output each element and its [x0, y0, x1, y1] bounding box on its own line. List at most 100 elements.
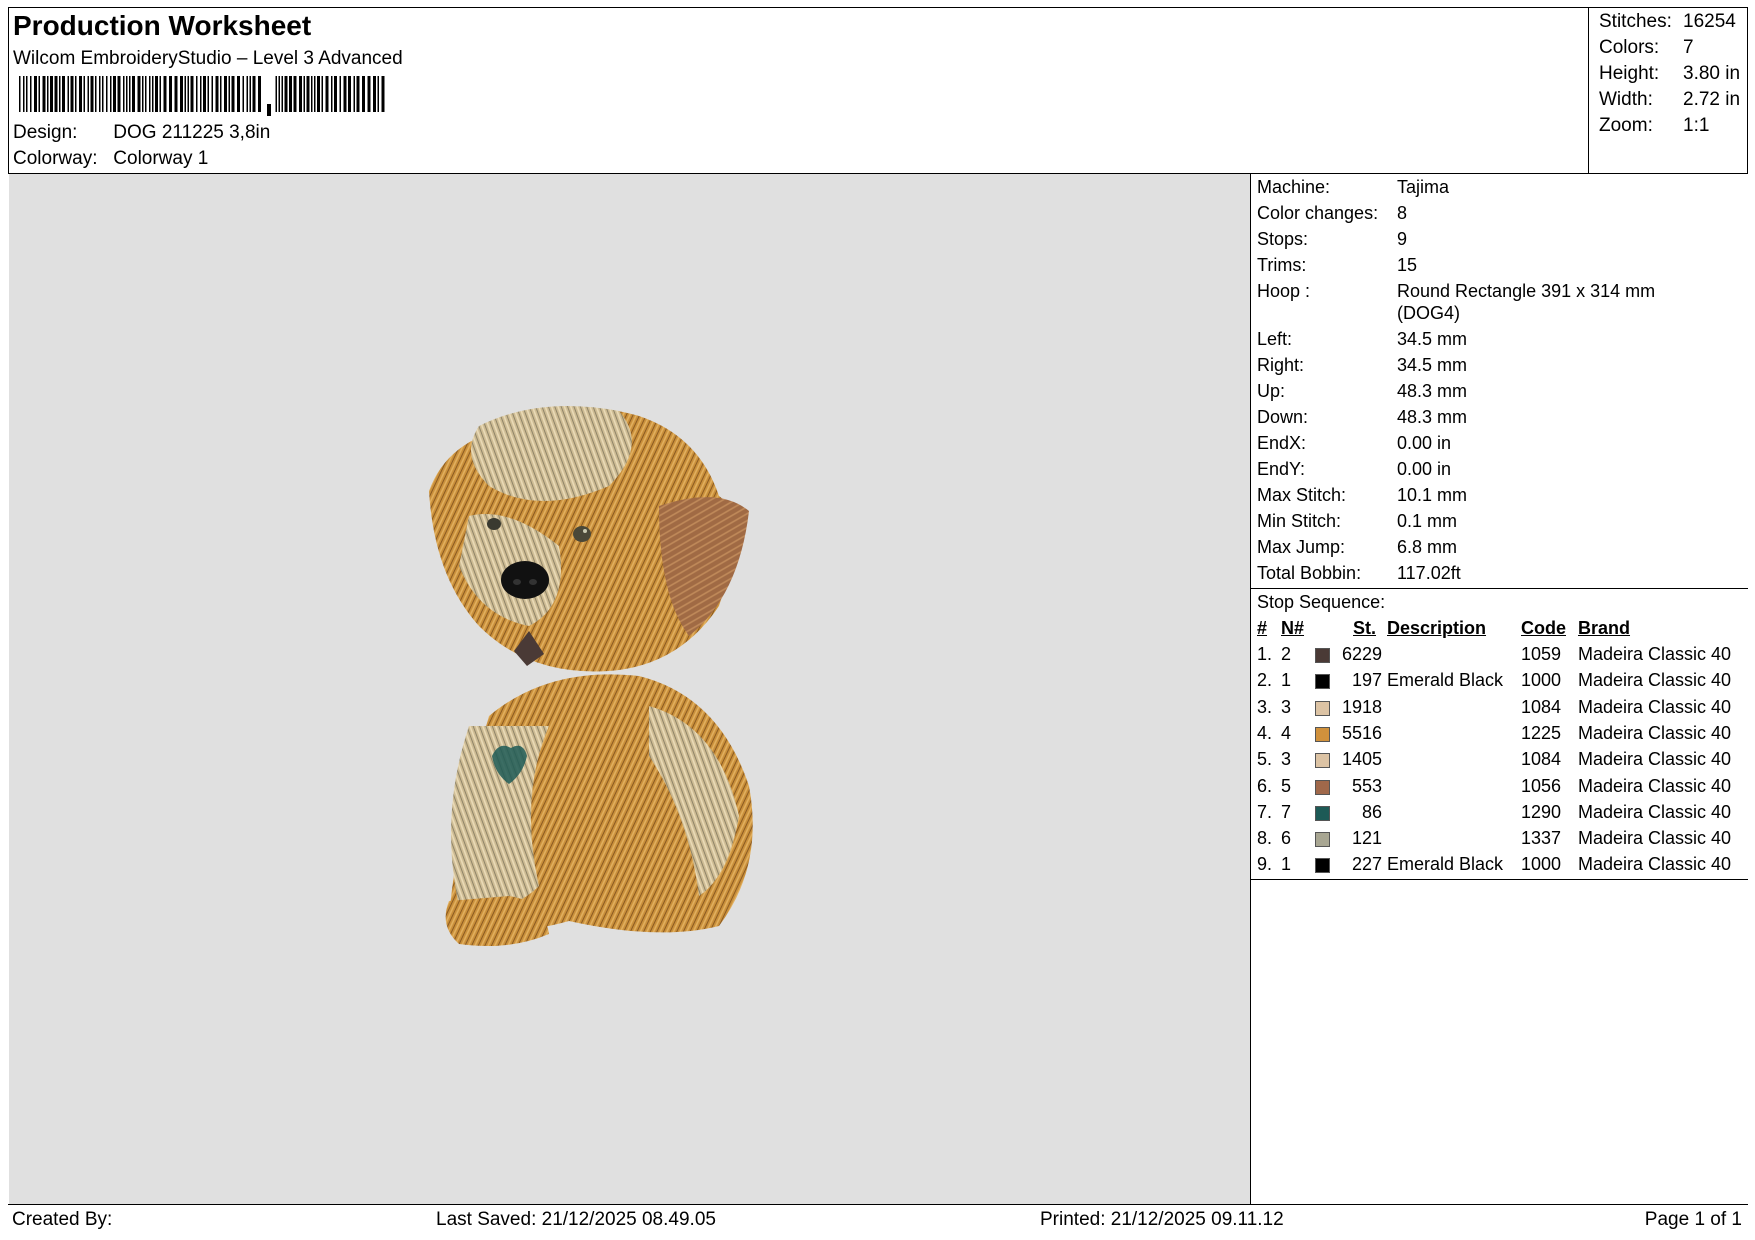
color-swatch	[1315, 674, 1330, 690]
header-brand: Brand	[1578, 618, 1631, 638]
color-swatch	[1315, 832, 1330, 848]
header-code: Code	[1521, 618, 1566, 638]
stitches-label: Stitches:	[1599, 11, 1672, 32]
barcode-image	[19, 76, 385, 116]
design-label: Design:	[13, 122, 78, 143]
up-value: 48.3 mm	[1397, 381, 1468, 401]
width-row: Width: 2.72 in	[1599, 89, 1740, 111]
max-jump-label: Max Jump:	[1257, 537, 1346, 557]
color-swatch	[1315, 805, 1330, 821]
row-num: 2.	[1257, 670, 1273, 691]
max-jump-value: 6.8 mm	[1397, 537, 1458, 557]
row-code: 1337	[1521, 828, 1562, 849]
design-stats: Stitches: 16254 Colors: 7 Height: 3.80 in W…	[1588, 7, 1748, 174]
row-brand: Madeira Classic 40	[1578, 722, 1732, 743]
total-bobbin-value: 117.02ft	[1397, 563, 1461, 583]
down-label: Down:	[1257, 407, 1309, 427]
design-row: Design: DOG 211225 3,8in	[13, 122, 270, 144]
row-needle: 7	[1281, 801, 1292, 822]
row-brand: Madeira Classic 40	[1578, 801, 1732, 822]
max-stitch-label: Max Stitch:	[1257, 485, 1347, 505]
colors-value: 7	[1683, 37, 1694, 58]
color-swatch	[1315, 779, 1330, 795]
row-stitches: 121	[1351, 828, 1382, 849]
endx-value: 0.00 in	[1397, 433, 1452, 453]
color-swatch	[1315, 648, 1330, 663]
stops-label: Stops:	[1257, 229, 1309, 249]
row-stitches: 227	[1351, 854, 1382, 875]
zoom-value: 1:1	[1683, 115, 1710, 136]
last-saved: Last Saved: 21/12/2025 08.49.05	[436, 1209, 716, 1230]
row-brand: Madeira Classic 40	[1578, 854, 1732, 875]
max-stitch-value: 10.1 mm	[1397, 485, 1468, 505]
stitches-row: Stitches: 16254	[1599, 11, 1736, 33]
zoom-row: Zoom: 1:1	[1599, 115, 1709, 137]
section-divider	[1251, 879, 1748, 880]
row-brand: Madeira Classic 40	[1578, 749, 1732, 770]
section-divider	[1251, 588, 1748, 589]
min-stitch-label: Min Stitch:	[1257, 511, 1342, 531]
machine-info-panel: Machine: Tajima Color changes: 8 Stops: …	[1251, 174, 1748, 1204]
row-brand: Madeira Classic 40	[1578, 828, 1732, 849]
page-title: Production Worksheet	[13, 10, 312, 41]
colorway-row: Colorway: Colorway 1	[13, 148, 208, 170]
row-brand: Madeira Classic 40	[1578, 644, 1732, 664]
trims-value: 15	[1397, 255, 1418, 275]
header-needle: N#	[1281, 618, 1305, 638]
color-swatch	[1315, 858, 1330, 874]
row-num: 7.	[1257, 801, 1273, 822]
hoop-value: Round Rectangle 391 x 314 mm (DOG4)	[1397, 281, 1656, 323]
row-code: 1290	[1521, 801, 1562, 822]
table-row: 3. 3 1918 1084 Madeira Classic 40	[1251, 697, 1748, 723]
left-value: 34.5 mm	[1397, 329, 1468, 349]
right-label: Right:	[1257, 355, 1305, 375]
worksheet-footer: Created By: Last Saved: 21/12/2025 08.49…	[8, 1204, 1748, 1235]
width-value: 2.72 in	[1683, 89, 1741, 110]
table-row: 7. 7 86 1290 Madeira Classic 40	[1251, 802, 1748, 828]
row-code: 1000	[1521, 854, 1562, 875]
row-needle: 4	[1281, 722, 1292, 743]
height-row: Height: 3.80 in	[1599, 63, 1740, 85]
table-row: 9. 1 227 Emerald Black 1000 Madeira Classic 4…	[1251, 854, 1748, 880]
row-needle: 1	[1281, 670, 1292, 691]
colors-label: Colors:	[1599, 37, 1660, 58]
table-row: 1. 2 6229 1059 Madeira Classic 40	[1251, 644, 1748, 670]
color-changes-label: Color changes:	[1257, 203, 1379, 223]
table-row: 8. 6 121 1337 Madeira Classic 40	[1251, 828, 1748, 854]
row-description: Emerald Black	[1387, 670, 1504, 691]
stitches-value: 16254	[1683, 11, 1736, 32]
row-code: 1225	[1521, 722, 1562, 743]
row-code: 1084	[1521, 696, 1562, 717]
row-needle: 1	[1281, 854, 1292, 875]
row-code: 1000	[1521, 670, 1562, 691]
min-stitch-value: 0.1 mm	[1397, 511, 1458, 531]
created-by: Created By:	[12, 1209, 113, 1230]
color-swatch	[1315, 726, 1330, 742]
row-code: 1084	[1521, 749, 1562, 770]
table-row: 5. 3 1405 1084 Madeira Classic 40	[1251, 749, 1748, 775]
height-label: Height:	[1599, 63, 1660, 84]
down-value: 48.3 mm	[1397, 407, 1468, 427]
colors-row: Colors: 7	[1599, 37, 1694, 59]
row-stitches: 1405	[1341, 749, 1382, 770]
machine-value: Tajima	[1397, 177, 1450, 197]
row-description: Emerald Black	[1387, 854, 1504, 875]
row-code: 1056	[1521, 775, 1562, 796]
right-value: 34.5 mm	[1397, 355, 1468, 375]
row-num: 6.	[1257, 775, 1273, 796]
row-needle: 5	[1281, 775, 1292, 796]
color-changes-value: 8	[1397, 203, 1408, 223]
row-num: 1.	[1257, 644, 1273, 664]
row-stitches: 5516	[1341, 722, 1382, 743]
dog-embroidery-image	[429, 406, 753, 947]
trims-label: Trims:	[1257, 255, 1307, 275]
colorway-value: Colorway 1	[113, 148, 209, 169]
row-num: 9.	[1257, 854, 1273, 875]
row-needle: 2	[1281, 644, 1292, 664]
zoom-label: Zoom:	[1599, 115, 1653, 136]
colorway-label: Colorway:	[13, 148, 98, 169]
up-label: Up:	[1257, 381, 1286, 401]
row-num: 8.	[1257, 828, 1273, 849]
endy-value: 0.00 in	[1397, 459, 1452, 479]
hoop-label: Hoop :	[1257, 281, 1311, 301]
